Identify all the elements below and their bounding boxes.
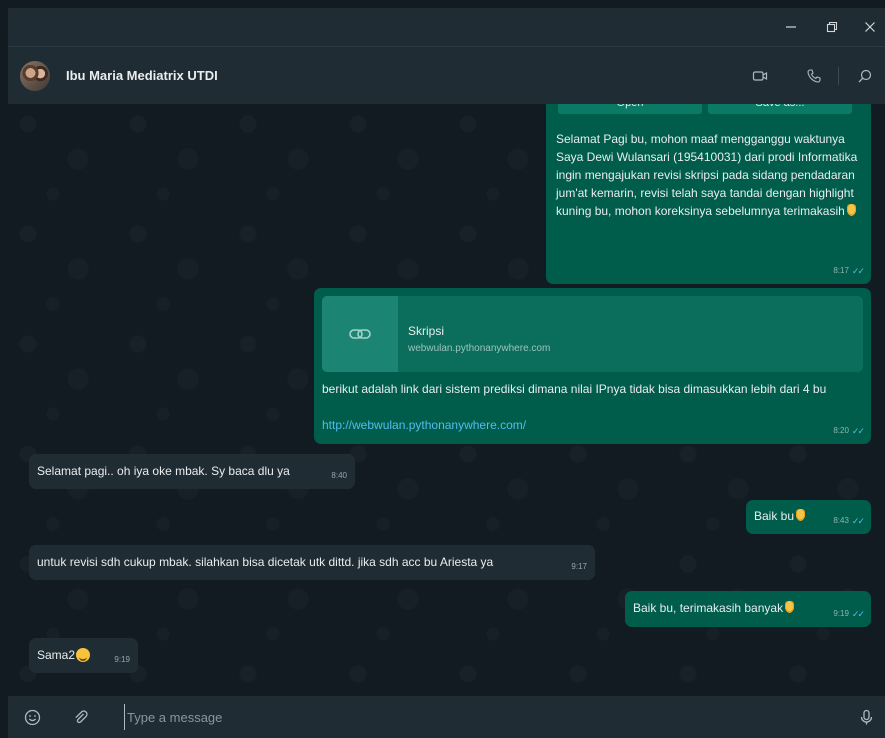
link-preview[interactable]: Skripsi webwulan.pythonanywhere.com: [322, 296, 863, 372]
attach-icon[interactable]: [70, 707, 90, 727]
window-title-bar: [8, 8, 885, 46]
message-time: 8:20 ✓✓: [833, 422, 865, 440]
save-as-button[interactable]: Save as...: [708, 104, 852, 114]
chat-messages-area[interactable]: Open Save as... Selamat Pagi bu, mohon m…: [8, 104, 885, 696]
voice-call-icon[interactable]: [802, 64, 826, 88]
minimize-icon[interactable]: [774, 8, 808, 46]
message-link[interactable]: http://webwulan.pythonanywhere.com/: [322, 416, 526, 434]
message-body: berikut adalah link dari sistem prediksi…: [322, 382, 827, 396]
link-icon: [322, 296, 398, 372]
read-ticks-icon: ✓✓: [851, 609, 865, 619]
contact-name[interactable]: Ibu Maria Mediatrix UTDI: [66, 68, 218, 83]
message-body: Baik bu, terimakasih banyak: [633, 601, 784, 615]
link-domain: webwulan.pythonanywhere.com: [408, 343, 551, 354]
read-ticks-icon: ✓✓: [851, 266, 865, 276]
pray-emoji-icon: [795, 509, 807, 522]
time-label: 8:40: [331, 471, 347, 480]
video-call-icon[interactable]: [748, 64, 772, 88]
time-label: 9:19: [833, 609, 849, 618]
message-outgoing[interactable]: Baik bu 8:43 ✓✓: [746, 500, 871, 534]
message-time: 9:19 ✓✓: [833, 605, 865, 623]
message-incoming[interactable]: Sama2 9:19: [29, 638, 138, 673]
message-input[interactable]: [124, 704, 824, 730]
message-body: Baik bu: [754, 509, 795, 523]
message-text: Baik bu: [754, 507, 807, 525]
header-divider: [838, 67, 839, 85]
message-incoming[interactable]: Selamat pagi.. oh iya oke mbak. Sy baca …: [29, 454, 355, 489]
emoji-icon[interactable]: [22, 707, 42, 727]
open-document-button[interactable]: Open: [558, 104, 702, 114]
message-body: Sama2: [37, 648, 76, 662]
message-incoming[interactable]: untuk revisi sdh cukup mbak. silahkan bi…: [29, 545, 595, 580]
message-time: 8:43 ✓✓: [833, 512, 865, 530]
time-label: 9:17: [571, 562, 587, 571]
message-time: 8:40: [331, 467, 347, 485]
time-label: 8:20: [833, 426, 849, 435]
message-body: Selamat Pagi bu, mohon maaf mengganggu w…: [556, 132, 858, 218]
time-label: 8:17: [833, 266, 849, 275]
message-body: Selamat pagi.. oh iya oke mbak. Sy baca …: [37, 464, 290, 478]
message-composer: [8, 696, 885, 738]
document-actions: Open Save as...: [558, 104, 852, 114]
pray-emoji-icon: [784, 601, 796, 614]
time-label: 9:19: [114, 655, 130, 664]
restore-icon[interactable]: [815, 8, 849, 46]
close-icon[interactable]: [853, 8, 885, 46]
read-ticks-icon: ✓✓: [851, 516, 865, 526]
chat-header: Ibu Maria Mediatrix UTDI: [8, 46, 885, 104]
avatar[interactable]: [20, 61, 50, 91]
message-outgoing[interactable]: Baik bu, terimakasih banyak 9:19 ✓✓: [625, 591, 871, 627]
time-label: 8:43: [833, 516, 849, 525]
message-time: 9:17: [571, 558, 587, 576]
message-text: Sama2: [37, 646, 91, 664]
read-ticks-icon: ✓✓: [851, 426, 865, 436]
message-text: Selamat Pagi bu, mohon maaf mengganggu w…: [556, 130, 860, 220]
message-time: 8:17 ✓✓: [833, 262, 865, 280]
link-title: Skripsi: [408, 324, 445, 338]
pray-emoji-icon: [845, 204, 857, 217]
message-text: Baik bu, terimakasih banyak: [633, 599, 796, 617]
search-icon[interactable]: [853, 64, 877, 88]
message-time: 9:19: [114, 651, 130, 669]
message-outgoing[interactable]: Skripsi webwulan.pythonanywhere.com beri…: [314, 288, 871, 444]
microphone-icon[interactable]: [856, 707, 876, 727]
message-outgoing[interactable]: Open Save as... Selamat Pagi bu, mohon m…: [546, 104, 871, 284]
smile-emoji-icon: [76, 648, 91, 662]
message-body: untuk revisi sdh cukup mbak. silahkan bi…: [37, 555, 494, 569]
